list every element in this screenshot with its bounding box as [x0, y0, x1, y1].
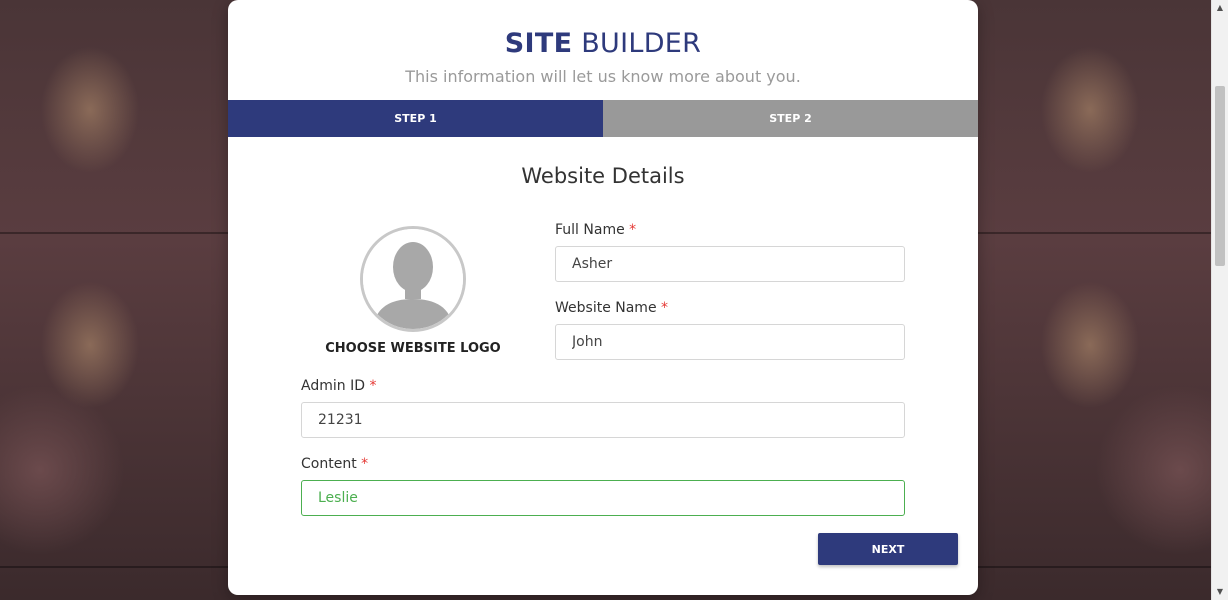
- required-mark: *: [661, 300, 669, 316]
- tab-step-2[interactable]: STEP 2: [603, 100, 978, 137]
- page-title: SITE BUILDER: [228, 28, 978, 59]
- scroll-thumb[interactable]: [1215, 86, 1225, 266]
- title-light: BUILDER: [581, 28, 702, 59]
- website-name-input[interactable]: [555, 324, 905, 360]
- wizard-card: SITE BUILDER This information will let u…: [228, 0, 978, 595]
- section-title: Website Details: [521, 164, 685, 188]
- title-bold: SITE: [504, 28, 573, 59]
- choose-logo-label[interactable]: CHOOSE WEBSITE LOGO: [308, 341, 518, 356]
- scroll-up-arrow-icon[interactable]: ▲: [1212, 0, 1228, 16]
- required-mark: *: [629, 222, 637, 238]
- scroll-down-arrow-icon[interactable]: ▼: [1212, 584, 1228, 600]
- content-input[interactable]: [301, 480, 905, 516]
- admin-id-input[interactable]: [301, 402, 905, 438]
- full-name-label-text: Full Name: [555, 222, 625, 238]
- page-scrollbar[interactable]: ▲ ▼: [1211, 0, 1228, 600]
- content-label-text: Content: [301, 456, 357, 472]
- page-subtitle: This information will let us know more a…: [405, 67, 801, 86]
- content-label: Content *: [301, 456, 368, 472]
- required-mark: *: [369, 378, 377, 394]
- step-tabs: STEP 1 STEP 2: [228, 100, 978, 137]
- full-name-label: Full Name *: [555, 222, 636, 238]
- website-name-label: Website Name *: [555, 300, 668, 316]
- user-silhouette-icon: [363, 229, 463, 329]
- tab-step-1[interactable]: STEP 1: [228, 100, 603, 137]
- next-button[interactable]: NEXT: [818, 533, 958, 565]
- required-mark: *: [361, 456, 369, 472]
- admin-id-label: Admin ID *: [301, 378, 376, 394]
- full-name-input[interactable]: [555, 246, 905, 282]
- admin-id-label-text: Admin ID: [301, 378, 365, 394]
- logo-picker[interactable]: [360, 226, 466, 332]
- website-name-label-text: Website Name: [555, 300, 657, 316]
